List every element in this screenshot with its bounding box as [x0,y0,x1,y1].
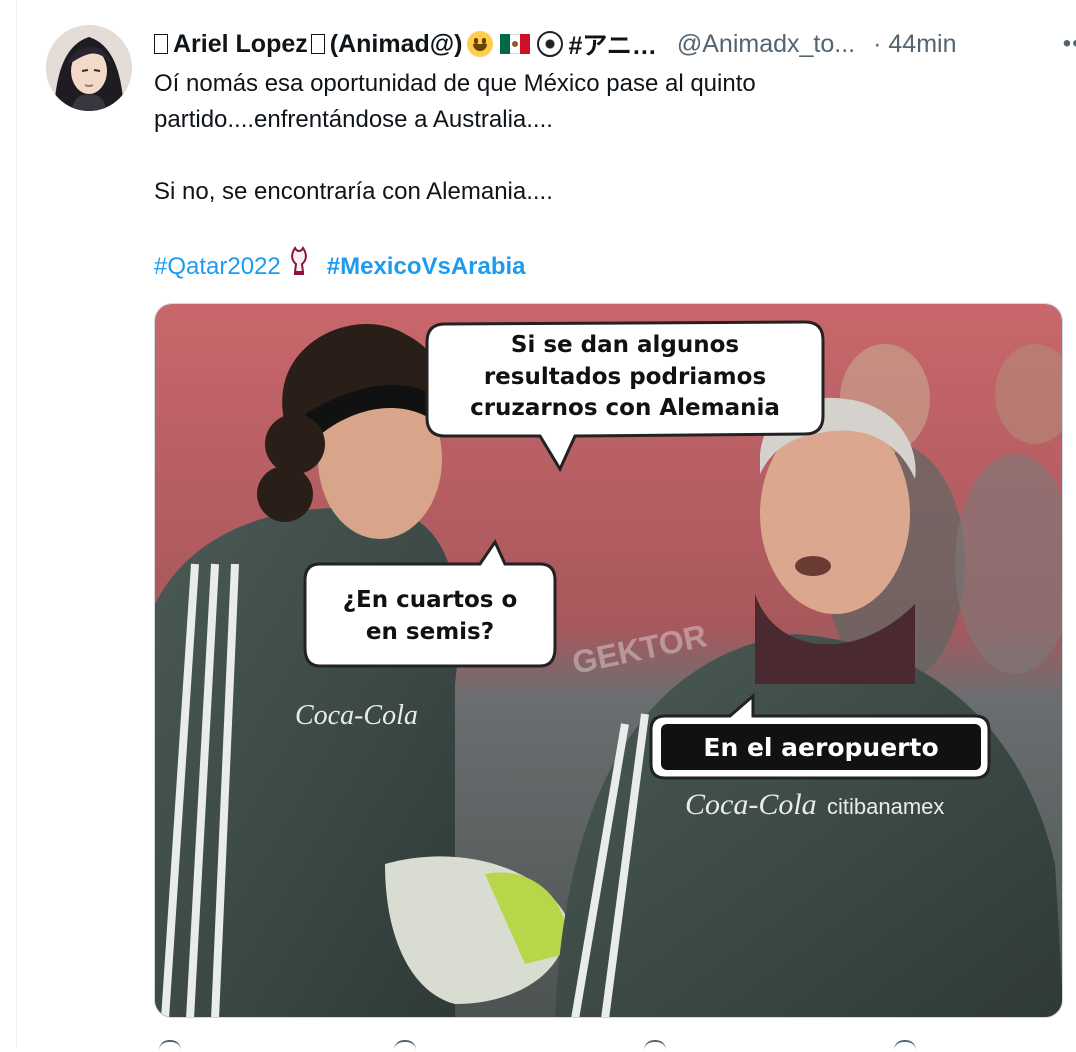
bubble-top-line: Si se dan algunos [511,332,739,358]
bubble-top-line: resultados podriamos [484,364,766,390]
retweet-icon[interactable] [394,1040,416,1052]
tweet-text-line: Oí nomás esa oportunidad de que México p… [154,70,756,97]
like-icon[interactable] [644,1040,666,1052]
tweet-text: Oí nomás esa oportunidad de que México p… [154,66,1069,246]
tweet-content: Ariel Lopez (Animad@) #アニ… @Animadx_to..… [154,22,1076,287]
sponsor-logo-right: Coca-Cola [685,788,817,821]
mexico-flag-icon [500,34,531,54]
hashtag-qatar2022[interactable]: #Qatar2022 [154,249,281,285]
more-options-icon[interactable]: ••• [1063,30,1076,58]
display-name-tail: #アニ… [568,32,657,60]
hashtag-mexicovsarabia[interactable]: #MexicoVsArabia [327,249,526,285]
reply-icon[interactable] [159,1040,181,1052]
tweet-actions-bar [154,1036,1069,1048]
unknown-glyph-icon [310,34,325,54]
unknown-glyph-icon [154,34,168,54]
soccer-ball-icon [537,31,564,57]
world-cup-trophy-icon [289,246,309,287]
tweet-card[interactable]: Ariel Lopez (Animad@) #アニ… @Animadx_to..… [16,0,1076,1048]
user-handle[interactable]: @Animadx_to... [677,30,855,59]
tweet-text-line: partido....enfrentándose a Australia.... [154,106,553,133]
tweet-text-line: Si no, se encontraría con Alemania.... [154,178,553,205]
avatar[interactable] [46,25,132,111]
bubble-top-line: cruzarnos con Alemania [470,395,780,421]
grinning-face-emoji-icon [467,31,494,57]
bubble-left-line: ¿En cuartos o [343,587,518,613]
display-name-suffix: (Animad@) [329,29,463,58]
sponsor-bank-logo: citibanamex [827,794,944,819]
display-name-text: Ariel Lopez [173,29,308,58]
share-icon[interactable] [894,1040,916,1052]
hashtag-row: #Qatar2022 #MexicoVsArabia [154,246,1069,287]
avatar-portrait-icon [46,25,132,111]
tweet-timestamp[interactable]: · 44min [873,30,956,59]
display-name[interactable]: Ariel Lopez (Animad@) #アニ… [154,26,657,62]
bubble-left-line: en semis? [366,619,494,645]
bubble-right-text: En el aeropuerto [703,733,938,762]
tweet-header: Ariel Lopez (Animad@) #アニ… @Animadx_to..… [154,22,1076,66]
sponsor-logo-left: Coca-Cola [295,700,418,731]
meme-photo: Coca-Cola Coca-Cola citibanamex GEKTOR S… [155,304,1062,1017]
tweet-media-image[interactable]: Coca-Cola Coca-Cola citibanamex GEKTOR S… [154,303,1063,1018]
